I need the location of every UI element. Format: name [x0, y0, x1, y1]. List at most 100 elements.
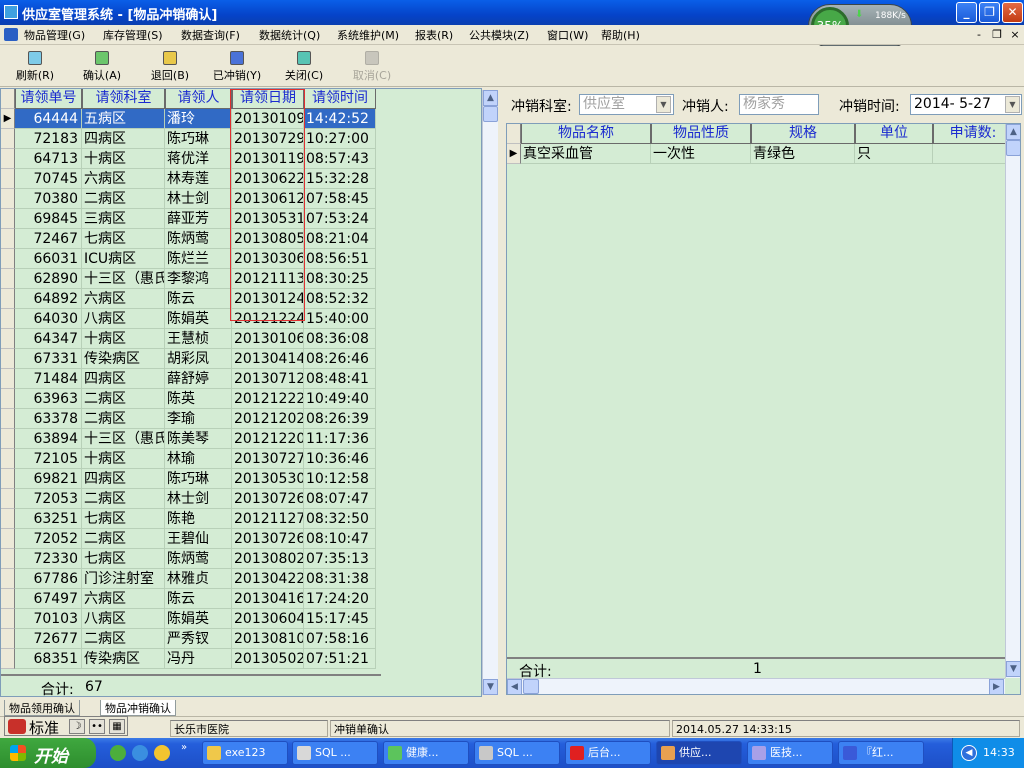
- col-header-person[interactable]: 请领人: [165, 89, 232, 109]
- row-indicator[interactable]: [1, 529, 15, 549]
- cell-dept[interactable]: ICU病区: [82, 249, 165, 269]
- menu-common[interactable]: 公共模块(Z): [469, 27, 529, 43]
- row-indicator[interactable]: [1, 169, 15, 189]
- menu-reports[interactable]: 报表(R): [415, 27, 453, 43]
- row-indicator[interactable]: [1, 209, 15, 229]
- dept-select[interactable]: 供应室 ▼: [579, 94, 674, 115]
- cell-person[interactable]: 陈美琴: [165, 429, 232, 449]
- cell-date[interactable]: 20130729: [232, 129, 304, 149]
- left-vertical-scrollbar[interactable]: ▲ ▼: [482, 90, 498, 695]
- row-indicator[interactable]: [1, 269, 15, 289]
- minimize-button[interactable]: _: [956, 2, 977, 23]
- scroll-down-icon[interactable]: ▼: [483, 679, 498, 695]
- cell-req-no[interactable]: 70103: [15, 609, 82, 629]
- cell-req-no[interactable]: 63251: [15, 509, 82, 529]
- cell-person[interactable]: 胡彩凤: [165, 349, 232, 369]
- cell-date[interactable]: 20121222: [232, 389, 304, 409]
- cell-date[interactable]: 20130109: [232, 109, 304, 129]
- cell-time[interactable]: 15:32:28: [304, 169, 376, 189]
- cell-item-name[interactable]: 真空采血管: [521, 144, 651, 164]
- cell-dept[interactable]: 六病区: [82, 589, 165, 609]
- cell-req-no[interactable]: 72183: [15, 129, 82, 149]
- time-picker[interactable]: 2014- 5-27 ▼: [910, 94, 1022, 115]
- menu-goods[interactable]: 物品管理(G): [24, 27, 85, 43]
- cell-dept[interactable]: 五病区: [82, 109, 165, 129]
- cell-person[interactable]: 陈炳莺: [165, 229, 232, 249]
- cell-dept[interactable]: 十病区: [82, 449, 165, 469]
- cell-person[interactable]: 林士剑: [165, 489, 232, 509]
- cell-person[interactable]: 陈巧琳: [165, 129, 232, 149]
- menu-window[interactable]: 窗口(W): [547, 27, 588, 43]
- cell-person[interactable]: 李瑜: [165, 409, 232, 429]
- cell-date[interactable]: 20130531: [232, 209, 304, 229]
- cell-date[interactable]: 20130726: [232, 489, 304, 509]
- cell-time[interactable]: 15:40:00: [304, 309, 376, 329]
- cell-time[interactable]: 07:58:16: [304, 629, 376, 649]
- ime-mode[interactable]: 标准: [29, 717, 59, 738]
- cell-date[interactable]: 20130726: [232, 529, 304, 549]
- cell-time[interactable]: 08:36:08: [304, 329, 376, 349]
- cell-person[interactable]: 林雅贞: [165, 569, 232, 589]
- cell-time[interactable]: 14:42:52: [304, 109, 376, 129]
- cell-req-no[interactable]: 72330: [15, 549, 82, 569]
- cell-person[interactable]: 陈云: [165, 589, 232, 609]
- menu-inventory[interactable]: 库存管理(S): [103, 27, 163, 43]
- row-indicator[interactable]: [1, 549, 15, 569]
- cell-dept[interactable]: 七病区: [82, 229, 165, 249]
- task-red[interactable]: 『红...: [838, 741, 924, 765]
- cell-date[interactable]: 20130727: [232, 449, 304, 469]
- cell-date[interactable]: 20130422: [232, 569, 304, 589]
- cell-item-type[interactable]: 一次性: [651, 144, 751, 164]
- cell-date[interactable]: 20121224: [232, 309, 304, 329]
- chevron-double-icon[interactable]: »: [181, 742, 187, 753]
- scroll-thumb[interactable]: [483, 106, 498, 122]
- refresh-button[interactable]: 刷新(R): [10, 48, 60, 86]
- row-indicator[interactable]: [1, 229, 15, 249]
- cell-person[interactable]: 王慧桢: [165, 329, 232, 349]
- scroll-thumb[interactable]: [1006, 140, 1020, 156]
- cell-dept[interactable]: 传染病区: [82, 649, 165, 669]
- cell-req-no[interactable]: 63894: [15, 429, 82, 449]
- cell-req-no[interactable]: 69845: [15, 209, 82, 229]
- return-button[interactable]: 退回(B): [144, 48, 196, 86]
- cell-req-no[interactable]: 67497: [15, 589, 82, 609]
- written-off-button[interactable]: 已冲销(Y): [206, 48, 268, 86]
- cell-time[interactable]: 08:30:25: [304, 269, 376, 289]
- col-header-time[interactable]: 请领时间: [304, 89, 376, 109]
- row-indicator[interactable]: [1, 129, 15, 149]
- cell-time[interactable]: 08:57:43: [304, 149, 376, 169]
- cell-req-no[interactable]: 70380: [15, 189, 82, 209]
- cell-date[interactable]: 20130805: [232, 229, 304, 249]
- cell-dept[interactable]: 二病区: [82, 629, 165, 649]
- scroll-up-icon[interactable]: ▲: [1006, 124, 1020, 140]
- cell-req-no[interactable]: 64444: [15, 109, 82, 129]
- cell-person[interactable]: 李黎鸿: [165, 269, 232, 289]
- cell-person[interactable]: 陈炳莺: [165, 549, 232, 569]
- col-header-quantity[interactable]: 申请数:: [933, 124, 1013, 144]
- cell-dept[interactable]: 二病区: [82, 409, 165, 429]
- cell-time[interactable]: 08:48:41: [304, 369, 376, 389]
- cell-person[interactable]: 冯丹: [165, 649, 232, 669]
- col-header-req-no[interactable]: 请领单号: [15, 89, 82, 109]
- cell-person[interactable]: 陈娟英: [165, 609, 232, 629]
- cell-person[interactable]: 薛亚芳: [165, 209, 232, 229]
- col-header-item-name[interactable]: 物品名称: [521, 124, 651, 144]
- task-sql-2[interactable]: SQL ...: [474, 741, 560, 765]
- item-vertical-scrollbar[interactable]: ▲ ▼: [1005, 124, 1020, 678]
- col-header-spec[interactable]: 规格: [751, 124, 855, 144]
- cell-date[interactable]: 20121220: [232, 429, 304, 449]
- row-indicator[interactable]: [1, 449, 15, 469]
- cell-req-no[interactable]: 72052: [15, 529, 82, 549]
- cell-person[interactable]: 薛舒婷: [165, 369, 232, 389]
- cell-time[interactable]: 10:12:58: [304, 469, 376, 489]
- cell-dept[interactable]: 六病区: [82, 169, 165, 189]
- mdi-restore-button[interactable]: ❐: [990, 28, 1004, 41]
- h-scroll-thumb[interactable]: [523, 679, 539, 694]
- cell-date[interactable]: 20130802: [232, 549, 304, 569]
- cell-date[interactable]: 20130416: [232, 589, 304, 609]
- cell-dept[interactable]: 八病区: [82, 609, 165, 629]
- chevron-down-icon[interactable]: ▼: [1005, 96, 1020, 113]
- cell-person[interactable]: 潘玲: [165, 109, 232, 129]
- cell-req-no[interactable]: 72677: [15, 629, 82, 649]
- cell-person[interactable]: 蒋优洋: [165, 149, 232, 169]
